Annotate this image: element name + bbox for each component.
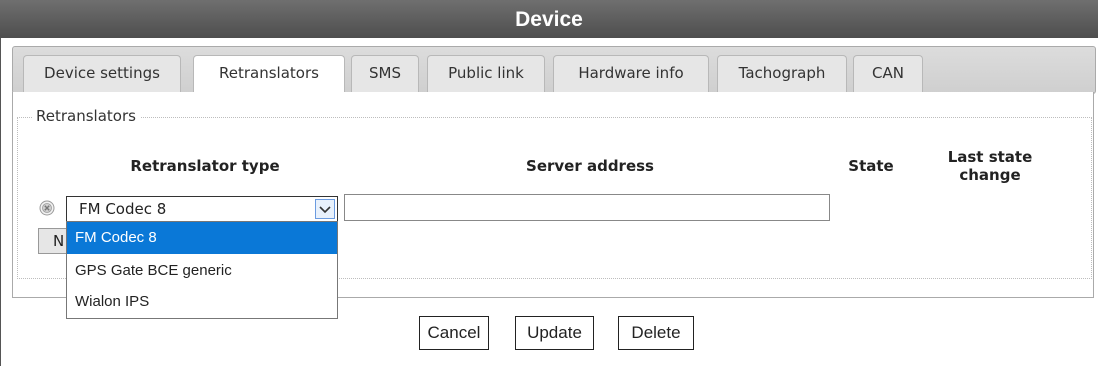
- remove-circle-icon[interactable]: [39, 200, 55, 216]
- header-last-state-change-line2: change: [959, 166, 1021, 184]
- tab-retranslators[interactable]: Retranslators: [193, 55, 345, 93]
- tab-tachograph[interactable]: Tachograph: [717, 55, 847, 92]
- chevron-down-icon[interactable]: [315, 199, 335, 219]
- dropdown-option-fm-codec-8[interactable]: FM Codec 8: [67, 222, 337, 254]
- dropdown-option-wialon-ips[interactable]: Wialon IPS: [67, 286, 337, 318]
- dropdown-option-gps-gate-bce-generic[interactable]: GPS Gate BCE generic: [67, 255, 337, 287]
- header-state: State: [848, 157, 894, 175]
- tab-sms[interactable]: SMS: [351, 55, 419, 92]
- header-server-address: Server address: [526, 157, 654, 175]
- tab-public-link[interactable]: Public link: [427, 55, 545, 92]
- dialog-left-border: [0, 38, 1, 366]
- header-retranslator-type: Retranslator type: [130, 157, 280, 175]
- fieldset-legend: Retranslators: [32, 107, 140, 125]
- update-button[interactable]: Update: [515, 316, 594, 350]
- retranslator-type-dropdown: FM Codec 8 GPS Gate BCE generic Wialon I…: [66, 221, 338, 319]
- tab-hardware-info[interactable]: Hardware info: [553, 55, 709, 92]
- tab-bar: Device settings Retranslators SMS Public…: [12, 46, 1096, 94]
- header-last-state-change-line1: Last state: [947, 148, 1033, 166]
- dialog-titlebar: Device: [0, 0, 1098, 38]
- tab-can[interactable]: CAN: [853, 55, 923, 92]
- delete-button[interactable]: Delete: [618, 316, 694, 350]
- header-last-state-change: Last state change: [930, 148, 1050, 184]
- tab-device-settings[interactable]: Device settings: [23, 55, 181, 92]
- retranslator-type-value: FM Codec 8: [79, 200, 167, 218]
- server-address-input[interactable]: [344, 194, 830, 221]
- dialog-title: Device: [515, 8, 583, 31]
- cancel-button[interactable]: Cancel: [419, 316, 489, 350]
- retranslator-type-select[interactable]: FM Codec 8: [66, 196, 338, 222]
